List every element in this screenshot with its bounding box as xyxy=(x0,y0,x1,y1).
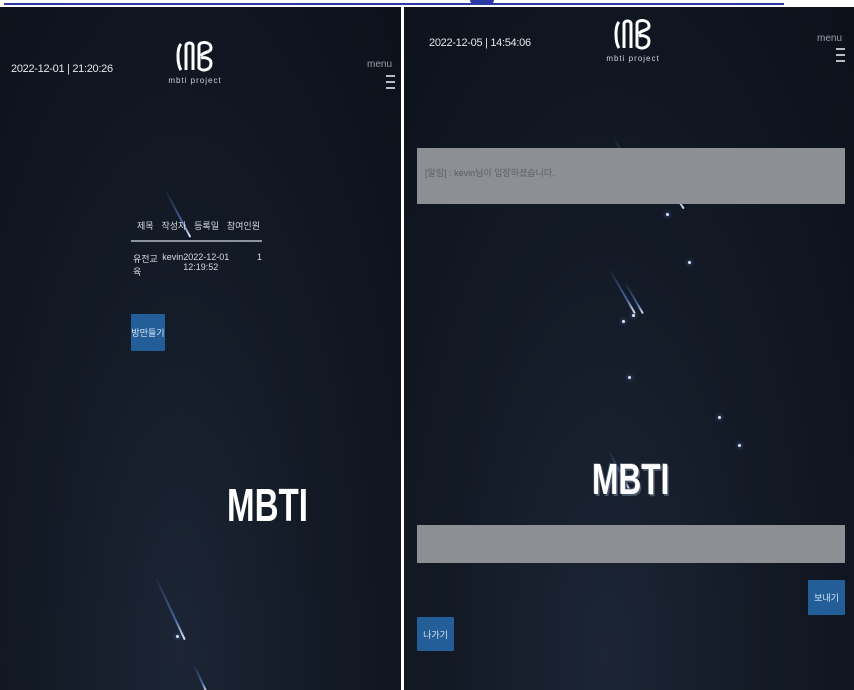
meteor-decoration xyxy=(192,663,208,690)
star-decoration xyxy=(738,444,741,447)
column-header-date: 등록일 xyxy=(194,221,219,231)
logo-tagline: mbti project xyxy=(606,54,660,63)
logo-mark-icon xyxy=(176,41,213,72)
brand-wordmark: MBTI xyxy=(592,455,670,504)
star-decoration xyxy=(688,261,691,264)
column-header-participants: 참여인원 xyxy=(226,221,260,231)
current-datetime: 2022-12-05 | 14:54:06 xyxy=(429,37,531,49)
star-decoration xyxy=(628,376,631,379)
meteor-decoration xyxy=(154,575,186,641)
star-decoration xyxy=(632,314,635,317)
column-header-title: 제목 xyxy=(137,221,154,231)
star-decoration xyxy=(718,416,721,419)
exit-button[interactable]: 나가기 xyxy=(417,617,454,651)
browser-top-edge xyxy=(0,0,854,6)
brand-wordmark: MBTI xyxy=(227,479,308,531)
column-header-author: 작성자 xyxy=(161,221,187,231)
send-button[interactable]: 보내기 xyxy=(808,580,845,615)
star-decoration xyxy=(666,213,669,216)
table-row[interactable]: 유전교육 kevin 2022-12-01 12:19:52 1 xyxy=(131,242,262,278)
meteor-decoration xyxy=(608,267,636,315)
star-decoration xyxy=(176,635,179,638)
room-date-cell: 2022-12-01 12:19:52 xyxy=(183,252,230,272)
room-list-screen xyxy=(0,7,401,690)
room-list-table: 제목 작성자 등록일 참여인원 유전교육 kevin 2022-12-01 12… xyxy=(131,219,262,278)
create-room-button[interactable]: 방만들기 xyxy=(131,314,165,351)
mbti-logo[interactable]: mbti project xyxy=(603,16,663,63)
chat-notice-box: [알림] : kevin님이 입장하셨습니다. xyxy=(417,148,845,204)
room-title-cell[interactable]: 유전교육 xyxy=(133,252,162,278)
menu-label[interactable]: menu xyxy=(367,59,392,70)
hamburger-menu-icon[interactable] xyxy=(386,75,395,91)
chat-room-screen xyxy=(404,7,854,690)
entry-notice-message: [알림] : kevin님이 입장하셨습니다. xyxy=(425,168,555,178)
current-datetime: 2022-12-01 | 21:20:26 xyxy=(11,63,113,75)
hamburger-menu-icon[interactable] xyxy=(836,48,845,64)
logo-tagline: mbti project xyxy=(168,76,222,85)
room-participants-cell: 1 xyxy=(256,252,262,262)
table-header: 제목 작성자 등록일 참여인원 xyxy=(131,219,262,242)
star-decoration xyxy=(622,320,625,323)
message-input[interactable] xyxy=(417,525,845,563)
logo-mark-icon xyxy=(614,19,651,50)
menu-label[interactable]: menu xyxy=(817,33,842,44)
mbti-logo[interactable]: mbti project xyxy=(165,38,225,85)
room-author-cell: kevin xyxy=(162,252,184,262)
